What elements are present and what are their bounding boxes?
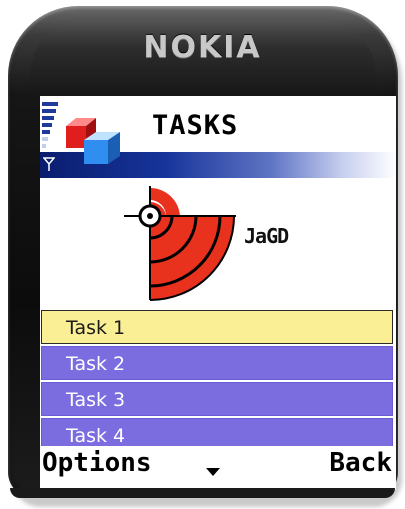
- phone-device: NOKIA TASKS JaGD Task 1 Task 2 Task 3 Ta…: [0, 0, 405, 509]
- app-header: TASKS: [40, 96, 396, 178]
- list-item[interactable]: Task 1: [41, 310, 393, 344]
- brand-label: NOKIA: [143, 30, 262, 65]
- list-item[interactable]: Task 2: [41, 346, 393, 380]
- options-softkey[interactable]: Options: [42, 448, 152, 478]
- stacked-cubes-icon: [66, 118, 120, 164]
- antenna-icon: [43, 157, 55, 171]
- signal-strength-icon: [42, 102, 60, 152]
- softkey-bar: Options Back: [40, 446, 396, 490]
- scroll-down-icon: [206, 468, 220, 476]
- logo-area: JaGD: [40, 178, 396, 308]
- back-softkey[interactable]: Back: [329, 448, 392, 478]
- page-title: TASKS: [152, 110, 239, 141]
- phone-screen: TASKS JaGD Task 1 Task 2 Task 3 Task 4 O…: [40, 96, 396, 490]
- logo-text: JaGD: [244, 224, 289, 248]
- bezel-bottom: [10, 488, 395, 498]
- list-item[interactable]: Task 3: [41, 382, 393, 416]
